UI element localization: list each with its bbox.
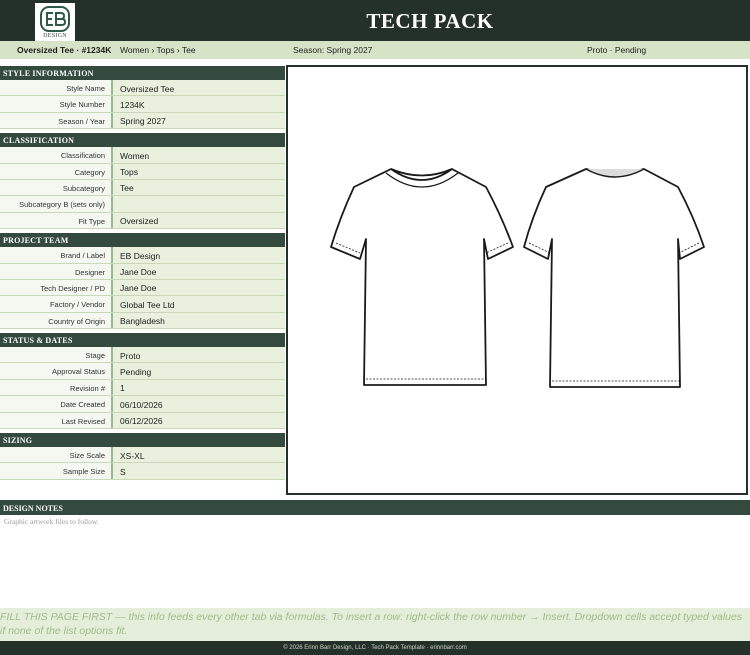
field-label: Revision # [0, 379, 113, 396]
field-value-factory[interactable]: Global Tee Ltd [113, 296, 285, 312]
field-value-tech-designer[interactable]: Jane Doe [113, 279, 285, 296]
field-label: Sample Size [0, 463, 113, 479]
section-header-sizing: SIZING [0, 433, 285, 448]
field-value-revision[interactable]: 1 [113, 379, 285, 396]
section-header-status-dates: STATUS & DATES [0, 333, 285, 348]
section-header-classification: CLASSIFICATION [0, 133, 285, 148]
field-value-country[interactable]: Bangladesh [113, 312, 285, 329]
field-value-designer[interactable]: Jane Doe [113, 263, 285, 279]
field-value-season-year[interactable]: Spring 2027 [113, 112, 285, 129]
field-value-last-revised[interactable]: 06/12/2026 [113, 412, 285, 429]
field-label: Season / Year [0, 112, 113, 129]
field-value-subcategory-b[interactable] [113, 196, 285, 212]
section-header-style-information: STYLE INFORMATION [0, 66, 285, 80]
field-label: Classification [0, 147, 113, 163]
field-label: Subcategory B (sets only) [0, 196, 113, 212]
field-label: Style Number [0, 96, 113, 112]
summary-bar: Oversized Tee · #1234K Women › Tops › Te… [0, 41, 750, 59]
instruction-hint: FILL THIS PAGE FIRST — this info feeds e… [0, 608, 750, 641]
field-row: Date Created 06/10/2026 [0, 396, 285, 413]
summary-status: Proto · Pending [587, 45, 647, 55]
field-row: Subcategory B (sets only) [0, 196, 285, 213]
header-bar: DESIGN TECH PACK [0, 0, 750, 41]
field-label: Brand / Label [0, 247, 113, 263]
tshirt-flat-sketch [330, 168, 705, 388]
field-value-style-number[interactable]: 1234K [113, 96, 285, 112]
tshirt-back-icon [523, 168, 705, 388]
field-row: Country of Origin Bangladesh [0, 312, 285, 330]
field-label: Tech Designer / PD [0, 279, 113, 296]
eb-monogram-icon [40, 5, 70, 32]
field-row: Season / Year Spring 2027 [0, 112, 285, 130]
field-label: Subcategory [0, 179, 113, 196]
field-value-approval-status[interactable]: Pending [113, 363, 285, 379]
design-notes-text[interactable]: Graphic artwork files to follow. [4, 517, 99, 526]
field-row: Subcategory Tee [0, 179, 285, 197]
field-row: Brand / Label EB Design [0, 247, 285, 264]
field-value-brand[interactable]: EB Design [113, 247, 285, 263]
field-label: Fit Type [0, 212, 113, 229]
field-row: Approval Status Pending [0, 363, 285, 380]
field-value-style-name[interactable]: Oversized Tee [113, 80, 285, 96]
field-label: Date Created [0, 396, 113, 412]
copyright-footer: © 2026 Erinn Barr Design, LLC · Tech Pac… [0, 641, 750, 655]
field-row: Last Revised 06/12/2026 [0, 412, 285, 430]
field-row: Tech Designer / PD Jane Doe [0, 279, 285, 297]
field-label: Country of Origin [0, 312, 113, 329]
field-value-category[interactable]: Tops [113, 163, 285, 179]
field-row: Fit Type Oversized [0, 212, 285, 230]
field-row: Classification Women [0, 147, 285, 164]
field-row: Category Tops [0, 163, 285, 180]
field-row: Designer Jane Doe [0, 263, 285, 280]
field-value-classification[interactable]: Women [113, 147, 285, 163]
field-label: Approval Status [0, 363, 113, 379]
field-value-date-created[interactable]: 06/10/2026 [113, 396, 285, 412]
logo-text: DESIGN [43, 32, 67, 39]
garment-sketch-area[interactable] [286, 65, 748, 495]
field-label: Last Revised [0, 412, 113, 429]
field-label: Category [0, 163, 113, 179]
field-label: Stage [0, 347, 113, 363]
field-row: Sample Size S [0, 463, 285, 480]
field-row: Revision #1 [0, 379, 285, 397]
brand-logo: DESIGN [35, 3, 75, 41]
field-label: Style Name [0, 80, 113, 96]
field-label: Factory / Vendor [0, 296, 113, 312]
field-label: Size Scale [0, 447, 113, 463]
tshirt-front-icon [330, 168, 514, 386]
field-value-sample-size[interactable]: S [113, 463, 285, 479]
summary-season: Season: Spring 2027 [293, 45, 373, 55]
field-value-fit-type[interactable]: Oversized [113, 212, 285, 229]
breadcrumb: Women › Tops › Tee [120, 45, 196, 55]
field-value-subcategory[interactable]: Tee [113, 179, 285, 196]
section-header-design-notes: DESIGN NOTES [0, 500, 750, 515]
field-row: Style Name Oversized Tee [0, 80, 285, 97]
section-header-project-team: PROJECT TEAM [0, 233, 285, 248]
field-label: Designer [0, 263, 113, 279]
info-panel: STYLE INFORMATION Style Name Oversized Te… [0, 66, 285, 480]
field-value-size-scale[interactable]: XS-XL [113, 447, 285, 463]
field-value-stage[interactable]: Proto [113, 347, 285, 363]
field-row: Stage Proto [0, 347, 285, 364]
field-row: Style Number 1234K [0, 96, 285, 113]
field-row: Factory / Vendor Global Tee Ltd [0, 296, 285, 313]
page-title: TECH PACK [366, 9, 494, 33]
field-row: Size Scale XS-XL [0, 447, 285, 464]
summary-style: Oversized Tee · #1234K [17, 45, 112, 55]
